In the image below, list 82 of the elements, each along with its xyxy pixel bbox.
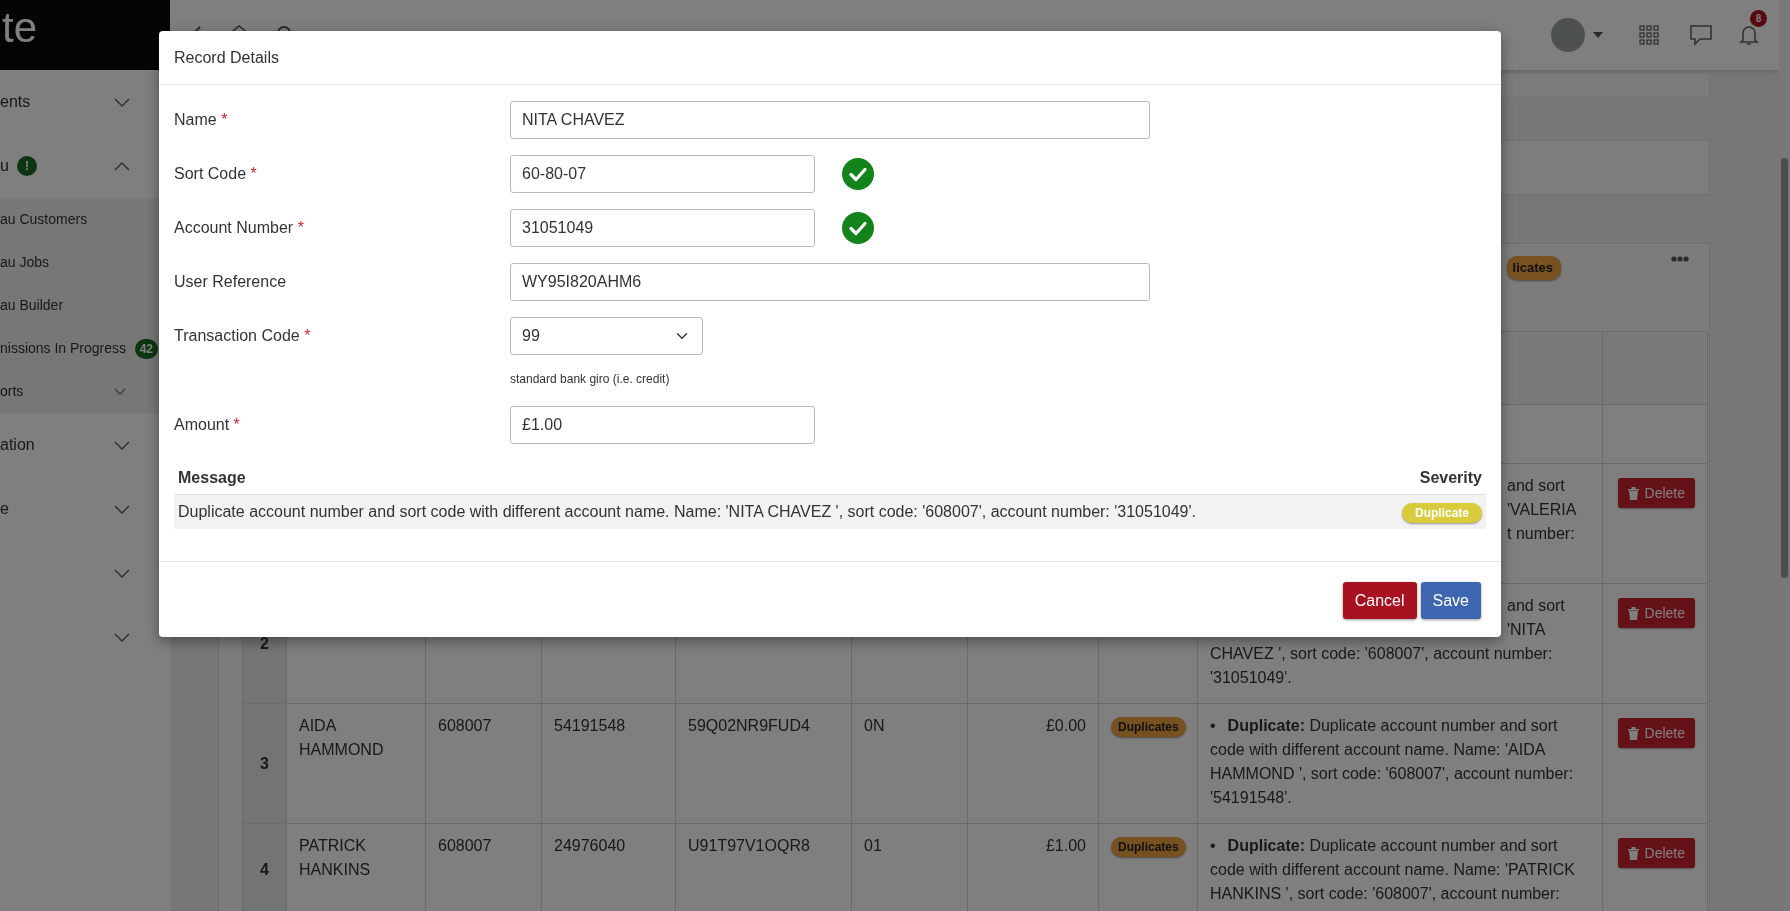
table-cell: 59Q02NR9FUD4 — [688, 717, 810, 734]
status-badge: Duplicates — [1111, 837, 1186, 857]
field-label: Account Number * — [174, 218, 305, 238]
chevron-down-icon[interactable] — [114, 440, 130, 450]
submenu-item[interactable]: au Customers — [0, 209, 88, 230]
submenu-item[interactable]: orts — [0, 381, 24, 402]
message-text: 'VALERIA — [1507, 500, 1578, 520]
message-text: • Duplicate: Duplicate account number and sort code with different account name. Name: 'AIDA HAMMOND ', sort code: '608007', account number: '54191548'. — [1210, 716, 1575, 808]
cancel-button[interactable]: Cancel — [1342, 582, 1417, 619]
field-label: Transaction Code * — [174, 326, 312, 346]
delete-button[interactable]: Delete — [1617, 718, 1695, 748]
delete-button[interactable]: Delete — [1617, 838, 1695, 868]
table-cell: 608007 — [438, 717, 492, 734]
caret-icon[interactable] — [1593, 32, 1603, 38]
trash-icon — [1627, 486, 1639, 500]
input-field[interactable]: 60-80-07 — [510, 155, 815, 193]
submenu-item[interactable]: au Jobs — [0, 252, 50, 273]
chevron-down-icon[interactable] — [114, 504, 130, 514]
avatar-circle[interactable] — [1551, 18, 1585, 52]
table-cell: £0.00 — [1045, 717, 1086, 734]
submenu-item[interactable]: nissions In Progress — [0, 338, 127, 359]
trash-icon — [1627, 726, 1639, 740]
field-label: Amount * — [174, 415, 241, 435]
chevron-down-icon[interactable] — [114, 388, 126, 395]
status-badge: Duplicates — [1111, 717, 1186, 737]
save-button[interactable]: Save — [1420, 582, 1481, 619]
message-text: • Duplicate: Duplicate account number and sort code with different account name. Name: 'PATRICK HANKINS ', sort code: '608007', account number: — [1210, 836, 1576, 904]
table-cell: £1.00 — [1045, 837, 1086, 854]
table-cell: 0N — [864, 717, 885, 734]
count-badge: 42 — [134, 338, 158, 359]
chevron-down-icon[interactable] — [114, 568, 130, 578]
delete-button[interactable]: Delete — [1617, 478, 1695, 508]
table-cell: U91T97V1OQR8 — [688, 837, 810, 854]
message-text: and sort — [1507, 476, 1566, 496]
table-cell: 01 — [864, 837, 882, 854]
chevron-down-icon[interactable] — [114, 632, 130, 642]
sidebar-item[interactable]: ation — [0, 433, 35, 457]
column-header: Severity — [1419, 469, 1482, 486]
sidebar-item[interactable]: e — [0, 497, 9, 521]
input-field[interactable]: NITA CHAVEZ — [510, 101, 1150, 139]
field-label: Name * — [174, 110, 229, 130]
message-text: CHAVEZ ', sort code: '608007', account number: — [1210, 644, 1554, 664]
row-number: 3 — [260, 754, 269, 772]
logo-text: te — [1, 7, 38, 49]
column-header: Message — [178, 469, 246, 486]
chat-icon[interactable] — [1689, 24, 1713, 46]
sidebar-item[interactable]: ents — [0, 90, 31, 114]
input-field[interactable]: £1.00 — [510, 406, 815, 444]
severity-badge: Duplicate — [1402, 503, 1482, 523]
status-badge: licates — [1506, 256, 1561, 280]
row-number: 2 — [260, 634, 269, 652]
grid-icon[interactable] — [1639, 25, 1659, 45]
chevron-up-icon[interactable] — [114, 161, 130, 171]
dialog-title: Record Details — [174, 47, 279, 68]
table-cell: AIDA HAMMOND — [299, 717, 384, 758]
message-text: 'NITA — [1507, 620, 1547, 640]
submenu-item[interactable]: au Builder — [0, 295, 64, 316]
message-text: '31051049'. — [1210, 668, 1293, 688]
row-number: 4 — [260, 861, 269, 878]
more-icon[interactable] — [1671, 256, 1689, 262]
table-cell: 608007 — [438, 837, 492, 854]
help-text: standard bank giro (i.e. credit) — [510, 372, 670, 386]
input-field[interactable]: 31051049 — [510, 209, 815, 247]
table-cell: PATRICK HANKINS — [299, 837, 371, 878]
message-text: t number: — [1507, 524, 1576, 544]
sidebar-item[interactable]: u — [0, 154, 9, 178]
table-cell: 54191548 — [554, 717, 626, 734]
scrollbar-thumb[interactable] — [1781, 158, 1788, 578]
bell-icon[interactable] — [1739, 24, 1759, 46]
table-cell: 24976040 — [554, 837, 626, 854]
field-label: Sort Code * — [174, 164, 258, 184]
input-field[interactable]: WY95I820AHM6 — [510, 263, 1150, 301]
notification-count: 8 — [1750, 10, 1767, 27]
delete-button[interactable]: Delete — [1617, 598, 1695, 628]
transaction-code-select[interactable]: 99 — [510, 317, 703, 355]
message-text: Duplicate account number and sort code with different account name. Name: 'NITA CHAVEZ ', sort code: '608007', account number: '31051049'. — [178, 503, 1196, 520]
trash-icon — [1627, 846, 1639, 860]
alert-badge: ! — [16, 156, 37, 176]
field-label: User Reference — [174, 272, 288, 292]
trash-icon — [1627, 606, 1639, 620]
chevron-down-icon[interactable] — [114, 97, 130, 107]
message-text: and sort — [1507, 596, 1566, 616]
